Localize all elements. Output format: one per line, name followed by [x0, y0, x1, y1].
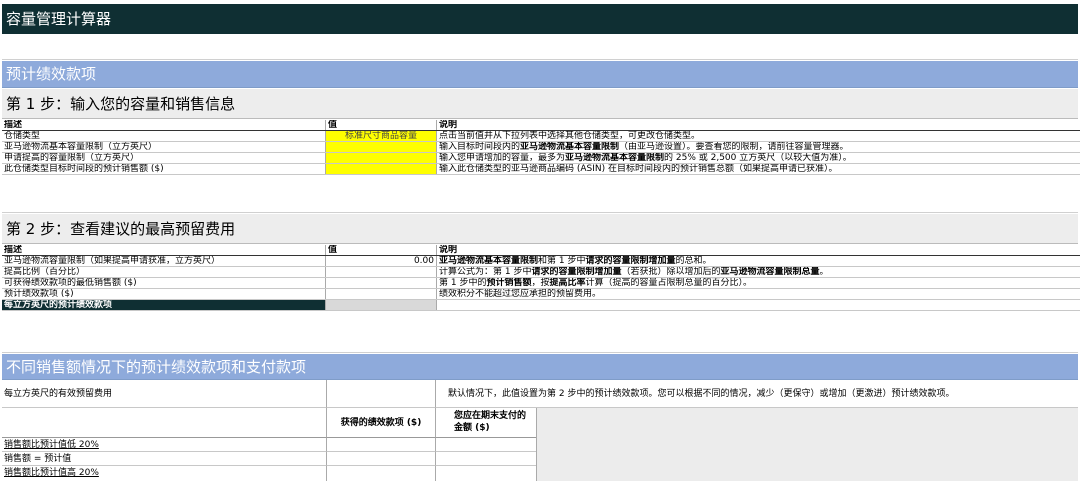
blank-row[interactable] [2, 191, 1078, 213]
note-text: 点击当前值并从下拉列表中选择其他仓储类型，可更改仓储类型。 [439, 131, 701, 141]
note-text: 的总和。 [675, 256, 712, 266]
col-paid-line1: 您应在期末支付的 [454, 411, 527, 421]
note-text: 输入目标时间段内的 [439, 142, 521, 152]
note-text: 亚马逊物流基本容量限制 [565, 153, 665, 163]
scenario-low: 销售额比预计值低 20% [2, 438, 326, 452]
scenario-expected: 销售额 = 预计值 [2, 452, 326, 466]
col-paid-line2: 金额 ($) [454, 423, 490, 433]
blank-row[interactable] [2, 329, 1078, 353]
step2-table: 描述 值 说明 亚马逊物流容量限制（如果提高申请获准，立方英尺） 0.00 亚马… [2, 245, 1080, 311]
note-text: 请求的容量限制增加量 [585, 256, 676, 266]
scenario-high-paid[interactable] [436, 466, 536, 481]
table-row: 预计绩效款项 ($) 绩效积分不能超过您应承担的预留费用。 [2, 288, 1080, 300]
blank-row[interactable] [2, 34, 1078, 60]
scenario-high-earned[interactable] [326, 466, 436, 481]
header-value: 值 [325, 245, 437, 256]
storage-type-dropdown[interactable]: 标准尺寸商品容量 [325, 130, 437, 142]
note-text: 提高比率 [549, 278, 586, 288]
base-capacity-input[interactable] [325, 141, 437, 153]
row-note: 输入此仓储类型的亚马逊商品编码 (ASIN) 在目标时间段内的预计销售总额（如果… [436, 163, 1080, 175]
row-note: 点击当前值并从下拉列表中选择其他仓储类型，可更改仓储类型。 [436, 130, 1080, 142]
requested-capacity-input[interactable] [325, 152, 437, 164]
header-desc: 描述 [2, 120, 326, 131]
row-note: 亚马逊物流基本容量限制和第 1 步中请求的容量限制增加量的总和。 [436, 255, 1080, 267]
row-note: 绩效积分不能超过您应承担的预留费用。 [436, 288, 1080, 300]
effective-fee-label: 每立方英尺的有效预留费用 [2, 380, 326, 408]
note-text: 绩效积分不能超过您应承担的预留费用。 [439, 289, 602, 299]
note-text: 。 [819, 267, 829, 277]
table-row: 每立方英尺的预计绩效款项 [2, 299, 1080, 311]
note-text: 和第 1 步中 [538, 256, 586, 266]
note-text: 计算（提高的容量占限制总量的百分比）。 [585, 278, 753, 288]
table-row: 申请提高的容量限制（立方英尺） 输入您申请增加的容量，最多为亚马逊物流基本容量限… [2, 152, 1080, 164]
increase-ratio-value[interactable] [325, 266, 437, 278]
forecast-sales-input[interactable] [325, 163, 437, 175]
note-text: 的 25% 或 2,500 立方英尺（以较大值为准）。 [664, 153, 852, 163]
step1-title: 第 1 步：输入您的容量和销售信息 [2, 89, 1078, 119]
note-text: 输入您申请增加的容量，最多为 [439, 153, 566, 163]
note-text: 亚马逊物流容量限制总量 [720, 267, 820, 277]
payment-per-cubic-foot-value[interactable] [325, 299, 437, 311]
grey-block [536, 408, 1078, 481]
note-text: 输入此仓储类型的亚马逊商品编码 (ASIN) 在目标时间段内的预计销售总额（如果… [439, 164, 838, 174]
row-desc: 亚马逊物流基本容量限制（立方英尺） [2, 141, 326, 153]
col-paid-amount: 您应在期末支付的 金额 ($) [436, 408, 536, 438]
table-row: 提高比例（百分比） 计算公式为：第 1 步中请求的容量限制增加量（若获批）除以增… [2, 266, 1080, 278]
section-performance-payment: 预计绩效款项 [2, 61, 1078, 88]
estimated-payment-value[interactable] [325, 288, 437, 300]
row-desc: 提高比例（百分比） [2, 266, 326, 278]
header-note: 说明 [436, 120, 1080, 131]
table-row: 此仓储类型目标时间段的预计销售额 ($) 输入此仓储类型的亚马逊商品编码 (AS… [2, 163, 1080, 175]
row-note [436, 299, 1080, 311]
header-value: 值 [325, 120, 437, 131]
header-note: 说明 [436, 245, 1080, 256]
scenario-area: 每立方英尺的有效预留费用 默认情况下，此值设置为第 2 步中的预计绩效款项。您可… [2, 380, 1078, 481]
table-row: 亚马逊物流容量限制（如果提高申请获准，立方英尺） 0.00 亚马逊物流基本容量限… [2, 255, 1080, 267]
row-note: 第 1 步中的预计销售额，按提高比率计算（提高的容量占限制总量的百分比）。 [436, 277, 1080, 289]
table-row: 仓储类型 标准尺寸商品容量 点击当前值并从下拉列表中选择其他仓储类型，可更改仓储… [2, 130, 1080, 142]
section-scenarios: 不同销售额情况下的预计绩效款项和支付款项 [2, 354, 1078, 380]
note-text: 预计销售额 [486, 278, 532, 288]
min-sales-value[interactable] [325, 277, 437, 289]
scenario-high: 销售额比预计值高 20% [4, 468, 99, 478]
table-header-row: 描述 值 说明 [2, 245, 1080, 256]
note-text: 计算公式为：第 1 步中 [439, 267, 532, 277]
row-note: 输入目标时间段内的亚马逊物流基本容量限制（由亚马逊设置）。要查看您的限制，请前往… [436, 141, 1080, 153]
scenario-low-earned[interactable] [326, 438, 436, 452]
total-capacity-value[interactable]: 0.00 [325, 255, 437, 267]
step1-table: 描述 值 说明 仓储类型 标准尺寸商品容量 点击当前值并从下拉列表中选择其他仓储… [2, 120, 1080, 175]
row-desc: 可获得绩效款项的最低销售额 ($) [2, 277, 326, 289]
row-desc: 每立方英尺的预计绩效款项 [2, 299, 326, 311]
note-text: 亚马逊物流基本容量限制 [439, 256, 539, 266]
note-text: 亚马逊物流基本容量限制 [520, 142, 620, 152]
spreadsheet: 容量管理计算器 预计绩效款项 第 1 步：输入您的容量和销售信息 描述 值 说明… [0, 0, 1080, 481]
row-note: 输入您申请增加的容量，最多为亚马逊物流基本容量限制的 25% 或 2,500 立… [436, 152, 1080, 164]
row-desc: 此仓储类型目标时间段的预计销售额 ($) [2, 163, 326, 175]
row-desc: 申请提高的容量限制（立方英尺） [2, 152, 326, 164]
header-desc: 描述 [2, 245, 326, 256]
scenario-expected-earned[interactable] [326, 452, 436, 466]
row-desc: 亚马逊物流容量限制（如果提高申请获准，立方英尺） [2, 255, 326, 267]
note-text: （由亚马逊设置）。要查看您的限制，请前往容量管理器。 [619, 142, 849, 152]
note-text: （若获批）除以增加后的 [621, 267, 721, 277]
effective-fee-input[interactable] [326, 380, 436, 408]
note-text: 请求的容量限制增加量 [531, 267, 622, 277]
step2-title: 第 2 步：查看建议的最高预留费用 [2, 214, 1078, 244]
scenario-header-blank [2, 408, 326, 438]
row-desc: 仓储类型 [2, 130, 326, 142]
table-header-row: 描述 值 说明 [2, 120, 1080, 131]
row-note: 计算公式为：第 1 步中请求的容量限制增加量（若获批）除以增加后的亚马逊物流容量… [436, 266, 1080, 278]
scenario-low-paid[interactable] [436, 438, 536, 452]
table-row: 亚马逊物流基本容量限制（立方英尺） 输入目标时间段内的亚马逊物流基本容量限制（由… [2, 141, 1080, 153]
effective-fee-note: 默认情况下，此值设置为第 2 步中的预计绩效款项。您可以根据不同的情况，减少（更… [436, 380, 1078, 408]
row-desc: 预计绩效款项 ($) [2, 288, 326, 300]
col-earned-payment: 获得的绩效款项 ($) [326, 408, 436, 438]
table-row: 可获得绩效款项的最低销售额 ($) 第 1 步中的预计销售额，按提高比率计算（提… [2, 277, 1080, 289]
note-text: ，按 [531, 278, 550, 288]
calculator-title: 容量管理计算器 [2, 4, 1078, 34]
scenario-expected-paid[interactable] [436, 452, 536, 466]
note-text: 第 1 步中的 [439, 278, 487, 288]
